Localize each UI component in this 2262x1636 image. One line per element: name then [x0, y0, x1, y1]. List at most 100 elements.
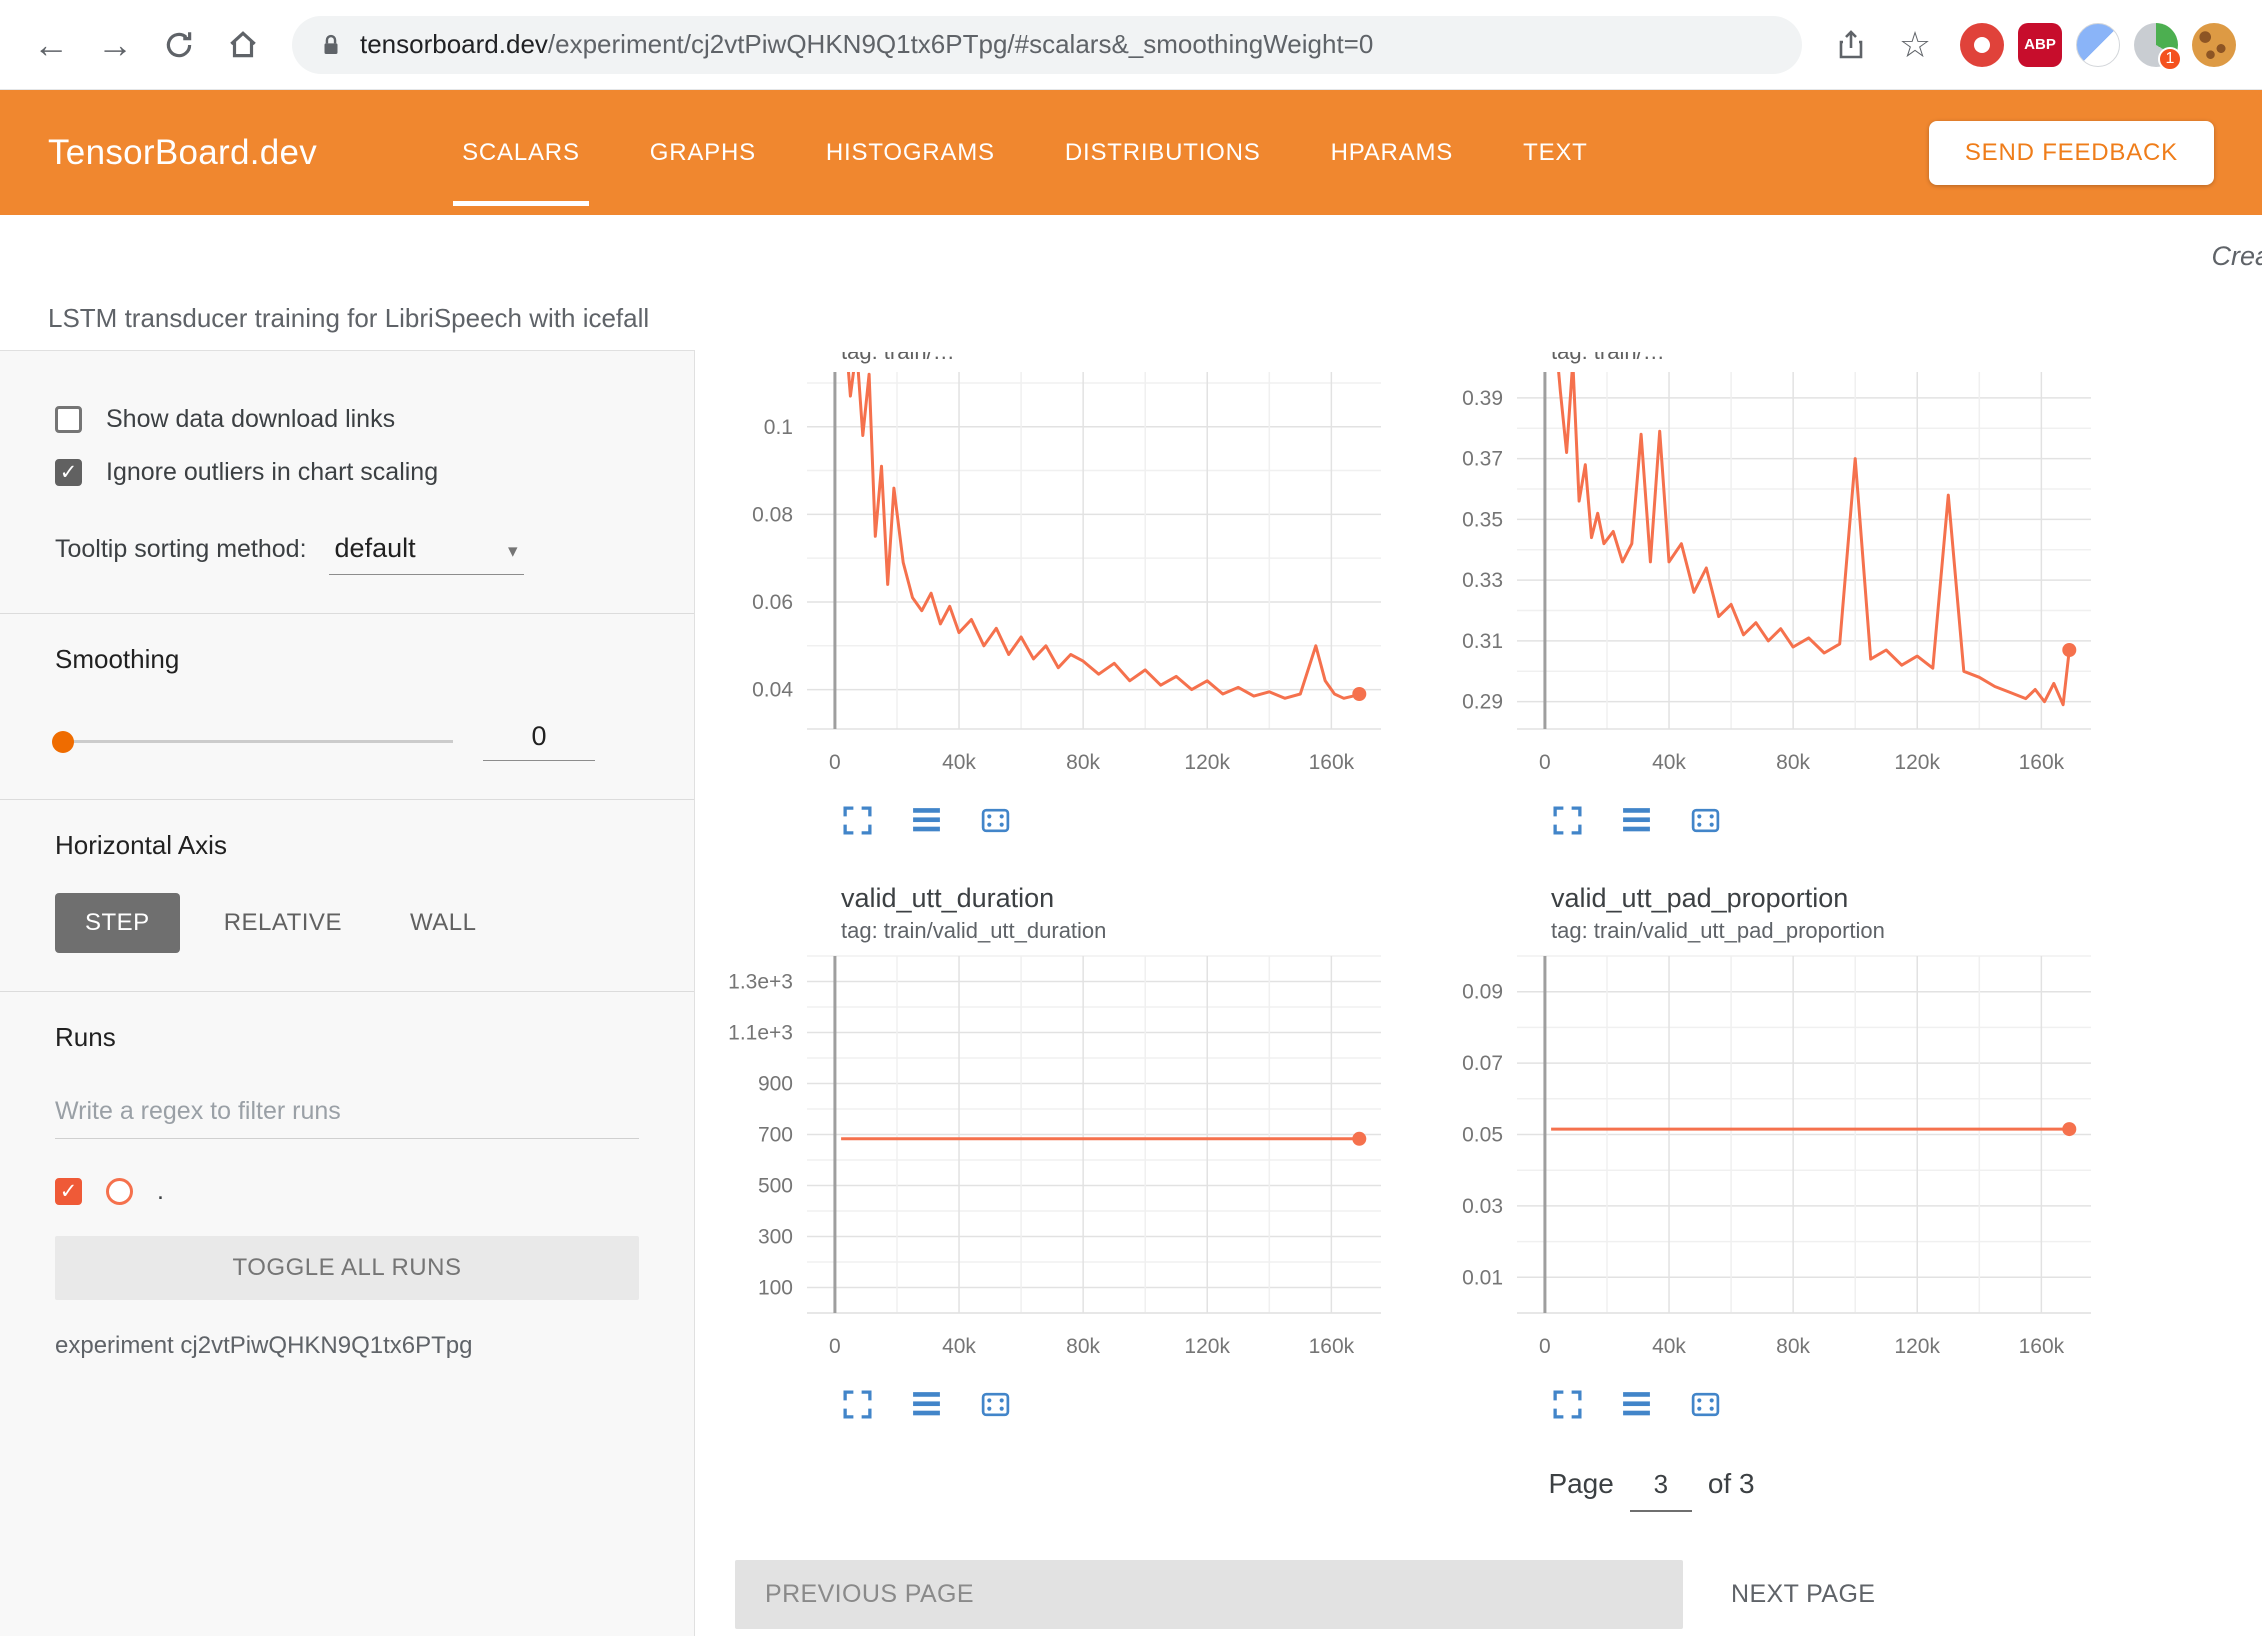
- bookmark-button[interactable]: ☆: [1886, 16, 1944, 74]
- chart-card: valid_utt_duration tag: train/valid_utt_…: [711, 869, 1397, 1441]
- send-feedback-button[interactable]: SEND FEEDBACK: [1929, 121, 2214, 185]
- clipped-chart-tag: tag: train/…: [841, 352, 1397, 366]
- browser-toolbar: ← → tensorboard.dev/experiment/cj2vtPiwQ…: [0, 0, 2262, 90]
- runs-filter-input[interactable]: [55, 1087, 639, 1139]
- address-bar[interactable]: tensorboard.dev/experiment/cj2vtPiwQHKN9…: [292, 16, 1802, 74]
- share-button[interactable]: [1822, 16, 1880, 74]
- blue-extension-icon[interactable]: [2076, 23, 2120, 67]
- tab-distributions[interactable]: DISTRIBUTIONS: [1030, 90, 1296, 215]
- axis-wall-button[interactable]: WALL: [386, 893, 500, 953]
- data-series-icon[interactable]: [1620, 1388, 1653, 1421]
- horizontal-axis-label: Horizontal Axis: [55, 830, 639, 861]
- scalar-chart[interactable]: 0.290.310.330.350.370.39040k80k120k160k: [1421, 366, 2107, 791]
- scalar-chart[interactable]: 0.040.060.080.1040k80k120k160k: [711, 366, 1397, 791]
- smoothing-value-field[interactable]: 0: [483, 721, 595, 761]
- svg-text:0.03: 0.03: [1462, 1195, 1503, 1218]
- smoothing-slider-knob[interactable]: [52, 731, 74, 753]
- fit-domain-icon[interactable]: [1689, 804, 1722, 837]
- app-header: TensorBoard.dev SCALARS GRAPHS HISTOGRAM…: [0, 90, 2262, 215]
- scalar-chart[interactable]: 0.010.030.050.070.09040k80k120k160k: [1421, 950, 2107, 1375]
- reload-icon: [162, 28, 196, 62]
- svg-text:0.07: 0.07: [1462, 1052, 1503, 1075]
- pagination: Page 3 of 3: [876, 1467, 2262, 1512]
- cookie-extension-icon[interactable]: [2192, 23, 2236, 67]
- data-series-icon[interactable]: [910, 804, 943, 837]
- svg-text:0.09: 0.09: [1462, 981, 1503, 1004]
- svg-text:1.3e+3: 1.3e+3: [728, 971, 793, 994]
- run-checkbox[interactable]: ✓: [55, 1178, 82, 1205]
- forward-button[interactable]: →: [86, 16, 144, 74]
- tab-histograms[interactable]: HISTOGRAMS: [791, 90, 1030, 215]
- run-name: .: [157, 1177, 164, 1206]
- svg-text:120k: 120k: [1184, 1335, 1230, 1358]
- svg-text:900: 900: [758, 1073, 793, 1096]
- previous-page-button[interactable]: PREVIOUS PAGE: [735, 1560, 1683, 1629]
- data-series-icon[interactable]: [910, 1388, 943, 1421]
- chart-tag: tag: train/valid_utt_pad_proportion: [1551, 918, 2107, 944]
- axis-relative-button[interactable]: RELATIVE: [200, 893, 366, 953]
- svg-text:40k: 40k: [942, 1335, 976, 1358]
- run-color-swatch: [106, 1178, 133, 1205]
- tab-hparams[interactable]: HPARAMS: [1296, 90, 1489, 215]
- expand-chart-icon[interactable]: [841, 804, 874, 837]
- url-domain: tensorboard.dev: [360, 29, 548, 59]
- svg-text:1.1e+3: 1.1e+3: [728, 1022, 793, 1045]
- svg-text:80k: 80k: [1776, 1335, 1810, 1358]
- svg-text:40k: 40k: [1652, 1335, 1686, 1358]
- ignore-outliers-checkbox[interactable]: ✓: [55, 459, 82, 486]
- svg-text:0: 0: [829, 1335, 841, 1358]
- toggle-all-runs-button[interactable]: TOGGLE ALL RUNS: [55, 1236, 639, 1300]
- tab-graphs[interactable]: GRAPHS: [615, 90, 791, 215]
- chart-card: tag: train/… 0.290.310.330.350.370.39040…: [1421, 352, 2107, 857]
- fit-domain-icon[interactable]: [1689, 1388, 1722, 1421]
- url-text: tensorboard.dev/experiment/cj2vtPiwQHKN9…: [360, 29, 1373, 60]
- charts-content: tag: train/… 0.040.060.080.1040k80k120k1…: [695, 350, 2262, 1636]
- abp-extension-icon[interactable]: ABP: [2018, 23, 2062, 67]
- svg-text:100: 100: [758, 1277, 793, 1300]
- svg-text:0.33: 0.33: [1462, 569, 1503, 592]
- show-download-links-checkbox[interactable]: [55, 406, 82, 433]
- url-path: /experiment/cj2vtPiwQHKN9Q1tx6PTpg/#scal…: [548, 29, 1373, 59]
- back-button[interactable]: ←: [22, 16, 80, 74]
- svg-text:80k: 80k: [1776, 751, 1810, 774]
- chart-toolbar: [1551, 804, 2107, 837]
- svg-text:160k: 160k: [2019, 1335, 2065, 1358]
- home-icon: [226, 28, 260, 62]
- axis-step-button[interactable]: STEP: [55, 893, 180, 953]
- svg-text:0.29: 0.29: [1462, 691, 1503, 714]
- chart-toolbar: [1551, 1388, 2107, 1421]
- fit-domain-icon[interactable]: [979, 1388, 1012, 1421]
- show-download-links-row[interactable]: Show data download links: [55, 405, 639, 434]
- chart-title: valid_utt_duration: [841, 883, 1397, 914]
- page-number-input[interactable]: 3: [1630, 1467, 1692, 1512]
- page-of-label: of 3: [1708, 1468, 1755, 1500]
- smoothing-label: Smoothing: [55, 644, 639, 675]
- svg-text:0.05: 0.05: [1462, 1124, 1503, 1147]
- svg-text:0.08: 0.08: [752, 503, 793, 526]
- chart-title: valid_utt_pad_proportion: [1551, 883, 2107, 914]
- tab-text[interactable]: TEXT: [1488, 90, 1623, 215]
- tab-scalars[interactable]: SCALARS: [427, 90, 615, 215]
- expand-chart-icon[interactable]: [1551, 804, 1584, 837]
- adblock-extension-icon[interactable]: [1960, 23, 2004, 67]
- svg-text:80k: 80k: [1066, 751, 1100, 774]
- fit-domain-icon[interactable]: [979, 804, 1012, 837]
- ignore-outliers-row[interactable]: ✓ Ignore outliers in chart scaling: [55, 458, 639, 487]
- svg-text:120k: 120k: [1894, 751, 1940, 774]
- expand-chart-icon[interactable]: [1551, 1388, 1584, 1421]
- profile-avatar[interactable]: 1: [2134, 23, 2178, 67]
- scalar-chart[interactable]: 1003005007009001.1e+31.3e+3040k80k120k16…: [711, 950, 1397, 1375]
- data-series-icon[interactable]: [1620, 804, 1653, 837]
- main-nav: SCALARS GRAPHS HISTOGRAMS DISTRIBUTIONS …: [427, 90, 1623, 215]
- next-page-button[interactable]: NEXT PAGE: [1731, 1580, 1875, 1609]
- reload-button[interactable]: [150, 16, 208, 74]
- tooltip-sorting-select[interactable]: default ▾: [329, 531, 524, 575]
- smoothing-slider[interactable]: [55, 740, 453, 743]
- runs-section: Runs ✓ . TOGGLE ALL RUNS experiment cj2v…: [0, 991, 694, 1398]
- expand-chart-icon[interactable]: [841, 1388, 874, 1421]
- run-row: ✓ .: [55, 1177, 639, 1206]
- svg-text:0.31: 0.31: [1462, 630, 1503, 653]
- home-button[interactable]: [214, 16, 272, 74]
- experiment-title: LSTM transducer training for LibriSpeech…: [48, 303, 649, 334]
- app-logo[interactable]: TensorBoard.dev: [48, 90, 317, 215]
